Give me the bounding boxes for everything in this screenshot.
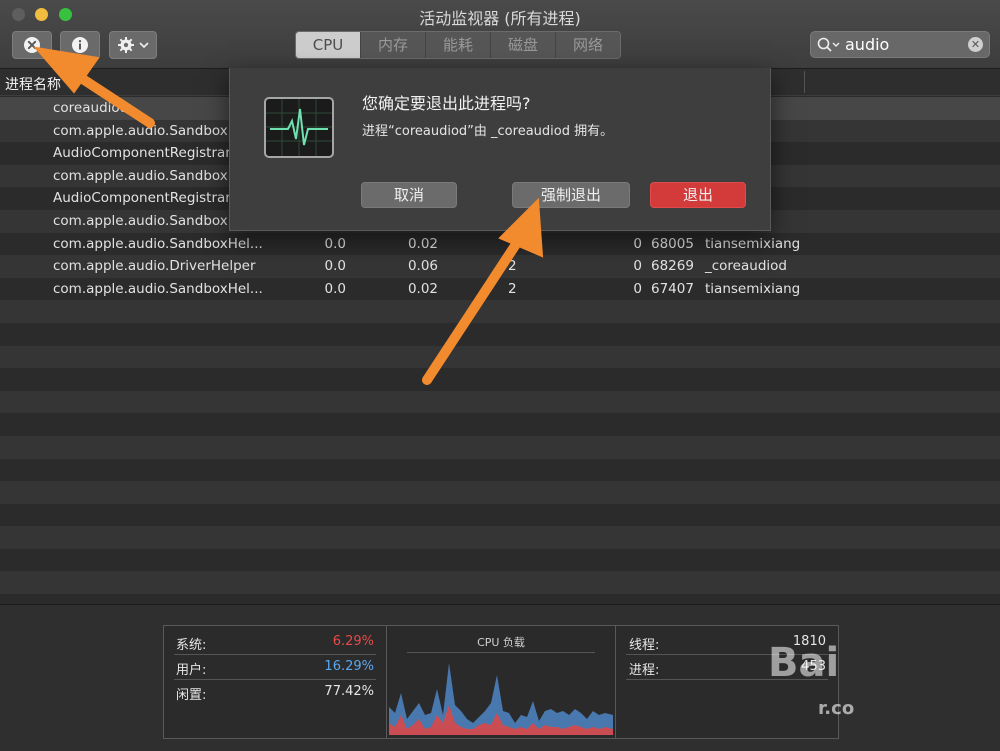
process-name-cell: com.apple.audio.SandboxH bbox=[53, 212, 238, 229]
process-name-cell: AudioComponentRegistrar bbox=[53, 145, 231, 162]
tab-energy[interactable]: 能耗 bbox=[426, 32, 491, 58]
dialog-title: 您确定要退出此进程吗? bbox=[362, 94, 531, 113]
cpu-percent-cell: 0.0 bbox=[324, 235, 346, 252]
divider bbox=[174, 679, 376, 680]
tab-cpu[interactable]: CPU bbox=[296, 32, 361, 58]
quit-button[interactable]: 退出 bbox=[650, 182, 746, 208]
user-cell: _coreaudiod bbox=[705, 258, 787, 275]
inspect-process-button[interactable] bbox=[60, 31, 100, 59]
user-cell: tiansemixiang bbox=[705, 280, 801, 297]
table-row[interactable]: com.apple.audio.SandboxHel... 0.0 0.02 2 0 68… bbox=[0, 232, 1000, 256]
cpu-load-title: CPU 负载 bbox=[477, 636, 525, 649]
divider bbox=[174, 654, 376, 655]
cpu-percent-cell: 0.0 bbox=[324, 258, 346, 275]
threads-cell: 2 bbox=[508, 258, 517, 275]
pid-cell: 68005 bbox=[651, 235, 694, 252]
search-icon bbox=[817, 37, 840, 52]
column-process-name[interactable]: 进程名称 bbox=[5, 74, 61, 94]
user-label: 用户: bbox=[176, 663, 207, 678]
empty-row bbox=[0, 503, 1000, 527]
empty-row bbox=[0, 413, 1000, 436]
search-field[interactable]: audio ✕ bbox=[810, 31, 990, 58]
force-quit-button[interactable]: 强制退出 bbox=[512, 182, 630, 208]
tab-network[interactable]: 网络 bbox=[556, 32, 620, 58]
process-name-cell: com.apple.audio.SandboxHel... bbox=[53, 280, 263, 297]
column-divider[interactable] bbox=[804, 71, 805, 93]
table-row[interactable]: com.apple.audio.SandboxHel... 0.0 0.02 2 0 67… bbox=[0, 277, 1000, 301]
cpu-load-chart bbox=[389, 663, 613, 735]
cpu-percent-cell: 0.0 bbox=[324, 280, 346, 297]
quit-process-dialog: 您确定要退出此进程吗? 进程“coreaudiod”由 _coreaudiod … bbox=[229, 68, 771, 231]
cpu-time-cell: 0.02 bbox=[407, 235, 438, 252]
cpu-time-cell: 0.02 bbox=[407, 280, 438, 297]
stop-process-icon bbox=[24, 37, 40, 53]
threads-cell: 2 bbox=[508, 280, 517, 297]
empty-row bbox=[0, 390, 1000, 414]
search-input[interactable]: audio bbox=[845, 35, 889, 54]
cancel-button[interactable]: 取消 bbox=[361, 182, 457, 208]
empty-row bbox=[0, 368, 1000, 391]
info-icon bbox=[72, 37, 88, 53]
gear-icon bbox=[118, 37, 134, 53]
process-name-cell: com.apple.audio.SandboxH bbox=[53, 167, 238, 184]
pid-cell: 67407 bbox=[651, 280, 694, 297]
empty-row bbox=[0, 435, 1000, 459]
process-name-cell: com.apple.audio.DriverHelper bbox=[53, 258, 256, 275]
empty-row bbox=[0, 481, 1000, 504]
table-row[interactable]: com.apple.audio.DriverHelper 0.0 0.06 2 0 682… bbox=[0, 255, 1000, 278]
window-title: 活动监视器 (所有进程) bbox=[419, 9, 581, 28]
empty-row bbox=[0, 345, 1000, 369]
tab-memory[interactable]: 内存 bbox=[361, 32, 426, 58]
watermark: Bai bbox=[768, 640, 840, 686]
process-name-cell: com.apple.audio.SandboxH bbox=[53, 122, 238, 139]
process-name-cell: AudioComponentRegistrar bbox=[53, 190, 231, 207]
system-label: 系统: bbox=[176, 638, 207, 653]
empty-row bbox=[0, 548, 1000, 572]
user-value: 16.29% bbox=[324, 659, 374, 674]
view-tabs: CPU 内存 能耗 磁盘 网络 bbox=[295, 31, 621, 59]
idle-label: 闲置: bbox=[176, 688, 207, 703]
idle-wakeups-cell: 0 bbox=[633, 280, 642, 297]
system-value: 6.29% bbox=[332, 634, 374, 649]
process-name-cell: com.apple.audio.SandboxHel... bbox=[53, 235, 263, 252]
empty-row bbox=[0, 322, 1000, 346]
pid-cell: 68269 bbox=[651, 258, 694, 275]
threads-label: 线程: bbox=[629, 638, 660, 653]
empty-row bbox=[0, 571, 1000, 595]
user-cell: tiansemixiang bbox=[705, 235, 801, 252]
cpu-load-graph: CPU 负载 bbox=[386, 626, 616, 738]
activity-monitor-icon bbox=[264, 97, 334, 158]
watermark: r.co bbox=[818, 698, 855, 719]
idle-wakeups-cell: 0 bbox=[633, 235, 642, 252]
processes-label: 进程: bbox=[629, 663, 660, 678]
threads-cell: 2 bbox=[508, 235, 517, 252]
actions-menu-button[interactable] bbox=[109, 31, 157, 59]
dialog-message: 进程“coreaudiod”由 _coreaudiod 拥有。 bbox=[362, 124, 614, 139]
empty-row bbox=[0, 526, 1000, 549]
stats-panel: 系统: 6.29% 用户: 16.29% 闲置: 77.42% CPU 负载 线… bbox=[0, 604, 1000, 751]
idle-wakeups-cell: 0 bbox=[633, 258, 642, 275]
stats-box: 系统: 6.29% 用户: 16.29% 闲置: 77.42% CPU 负载 线… bbox=[163, 625, 839, 739]
stop-process-button[interactable] bbox=[12, 31, 52, 59]
tab-disk[interactable]: 磁盘 bbox=[491, 32, 556, 58]
cpu-time-cell: 0.06 bbox=[407, 258, 438, 275]
chevron-down-icon bbox=[139, 42, 149, 49]
toolbar: 活动监视器 (所有进程) CPU 内存 能耗 磁盘 网络 audio ✕ bbox=[0, 0, 1000, 69]
clear-search-icon[interactable]: ✕ bbox=[968, 37, 983, 52]
process-name-cell: coreaudiod bbox=[53, 100, 129, 116]
empty-row bbox=[0, 300, 1000, 323]
idle-value: 77.42% bbox=[324, 684, 374, 699]
empty-row bbox=[0, 458, 1000, 482]
